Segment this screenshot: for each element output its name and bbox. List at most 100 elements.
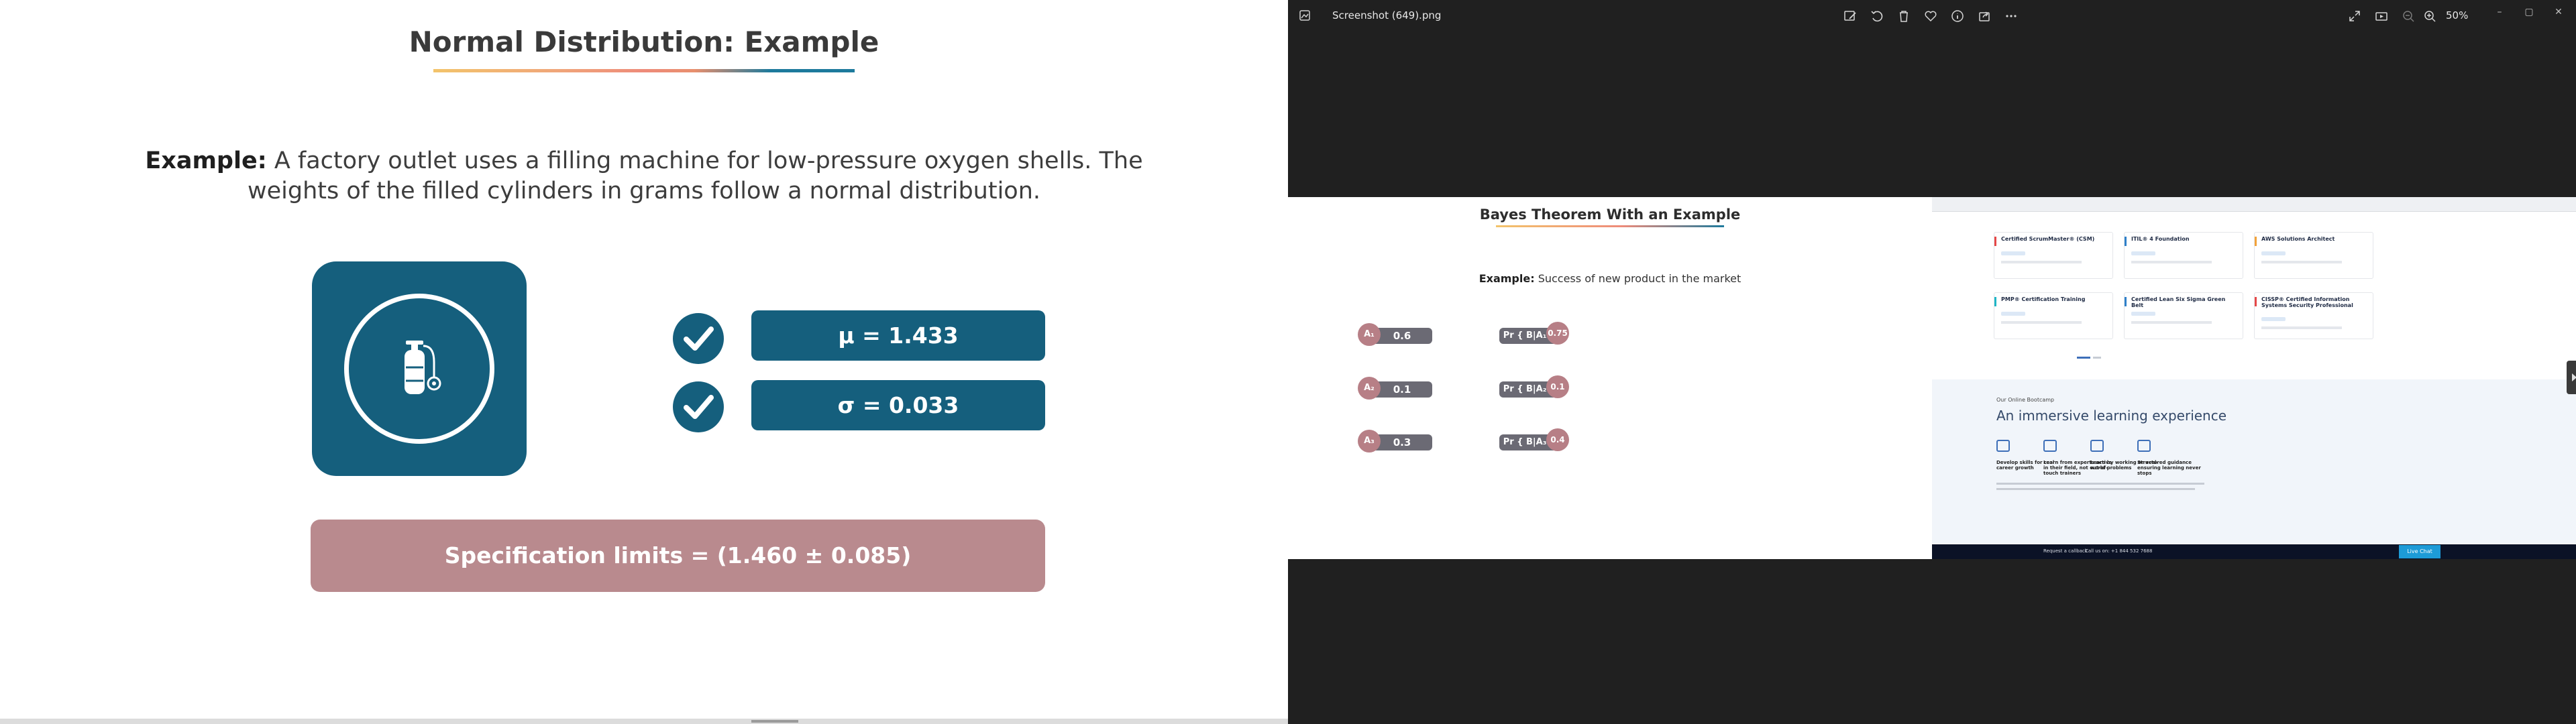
presentation-slide: Normal Distribution: Example Example: A … (0, 0, 1288, 719)
course-tag (2001, 312, 2025, 316)
course-card[interactable]: Certified ScrumMaster® (CSM) (1994, 232, 2113, 279)
prior-value: 0.6 (1372, 328, 1432, 344)
slideshow-icon[interactable] (2373, 8, 2390, 24)
example-label: Example: (145, 147, 267, 174)
prior-label: A₂ (1358, 377, 1381, 400)
likelihood-value: 0.75 (1546, 322, 1569, 345)
prior-label: A₁ (1358, 323, 1381, 346)
specification-limits-box: Specification limits = (1.460 ± 0.085) (311, 520, 1045, 592)
zoom-level: 50% (2446, 9, 2469, 21)
callback-link[interactable]: Request a callback (2043, 548, 2088, 554)
course-meta (2261, 326, 2342, 329)
fullscreen-icon[interactable] (2347, 8, 2363, 24)
course-name: Certified Lean Six Sigma Green Belt (2131, 296, 2226, 308)
check-icon (673, 313, 724, 364)
prior-value: 0.1 (1372, 381, 1432, 398)
bayes-title: Bayes Theorem With an Example (1479, 206, 1741, 223)
course-card[interactable]: PMP® Certification Training (1994, 292, 2113, 339)
course-name: AWS Solutions Architect (2261, 236, 2335, 242)
prior-value: 0.3 (1372, 434, 1432, 450)
course-tag (2261, 317, 2286, 321)
card-accent (2125, 297, 2127, 306)
icon-card (312, 261, 527, 476)
section-heading: An immersive learning experience (1996, 408, 2227, 424)
course-tag (2261, 251, 2286, 255)
browser-bar (1932, 197, 2576, 212)
bayes-example-body: Success of new product in the market (1534, 272, 1741, 285)
chevron-right-icon (2572, 373, 2576, 381)
feature-icon (2137, 440, 2151, 452)
zoom-out-icon[interactable] (2400, 8, 2416, 24)
feature-item: Structured guidance ensuring learning ne… (2137, 440, 2218, 500)
close-button[interactable]: ✕ (2549, 4, 2568, 20)
slide-bottom-bar (0, 719, 1288, 724)
oxygen-cylinder-icon (405, 341, 441, 394)
info-icon[interactable] (1949, 8, 1966, 24)
share-icon[interactable] (1976, 8, 1992, 24)
zoom-in-icon[interactable] (2422, 8, 2438, 24)
bayes-example: Example: Success of new product in the m… (1288, 272, 1932, 285)
edit-image-icon[interactable] (1842, 8, 1858, 24)
sigma-value-box: σ = 0.033 (751, 380, 1045, 430)
card-accent (2255, 297, 2257, 306)
course-meta (2001, 321, 2082, 324)
example-body: A factory outlet uses a filling machine … (247, 147, 1143, 204)
likelihood-value: 0.4 (1546, 428, 1569, 451)
sticky-footer: Request a callback Call us on: +1 844 53… (1932, 544, 2576, 559)
bayes-example-label: Example: (1479, 272, 1535, 285)
embedded-webpage: Certified ScrumMaster® (CSM) ITIL® 4 Fou… (1932, 197, 2576, 559)
example-paragraph: Example: A factory outlet uses a filling… (101, 146, 1187, 206)
photo-viewer-window: Screenshot (649).png 50% – ▢ ✕ Bayes The… (1288, 0, 2576, 724)
course-card[interactable]: CISSP® Certified Information Systems Sec… (2254, 292, 2373, 339)
next-image-button[interactable] (2567, 361, 2576, 394)
feature-icon (1996, 440, 2010, 452)
card-accent (1994, 297, 1996, 306)
card-accent (2255, 237, 2257, 246)
bayes-title-underline (1496, 225, 1724, 227)
carousel-dot-active[interactable] (2077, 357, 2090, 359)
maximize-button[interactable]: ▢ (2520, 4, 2538, 20)
favorite-icon[interactable] (1923, 8, 1939, 24)
course-meta (2261, 261, 2342, 263)
phone-link[interactable]: Call us on: +1 844 532 7688 (2085, 548, 2152, 554)
course-meta (2131, 321, 2212, 324)
mean-value-box: μ = 1.433 (751, 310, 1045, 361)
title-underline (433, 69, 855, 72)
feature-icon (2043, 440, 2057, 452)
more-icon[interactable] (2003, 8, 2019, 24)
feature-title: Structured guidance ensuring learning ne… (2137, 460, 2201, 476)
course-name: ITIL® 4 Foundation (2131, 236, 2190, 242)
prior-label: A₃ (1358, 430, 1381, 452)
file-name: Screenshot (649).png (1332, 9, 1442, 21)
bayes-slide: Bayes Theorem With an Example Example: S… (1288, 197, 1932, 559)
likelihood-value: 0.1 (1546, 375, 1569, 398)
carousel-dot[interactable] (2093, 357, 2101, 359)
course-meta (2001, 261, 2082, 263)
rotate-icon[interactable] (1869, 8, 1885, 24)
delete-icon[interactable] (1896, 8, 1912, 24)
feature-text (2137, 483, 2204, 485)
section-kicker: Our Online Bootcamp (1996, 397, 2055, 403)
course-name: Certified ScrumMaster® (CSM) (2001, 236, 2095, 242)
course-card[interactable]: ITIL® 4 Foundation (2124, 232, 2243, 279)
feature-icon (2090, 440, 2104, 452)
slide-title: Normal Distribution: Example (409, 25, 879, 58)
course-card[interactable]: AWS Solutions Architect (2254, 232, 2373, 279)
minimize-button[interactable]: – (2490, 4, 2509, 20)
displayed-image: Bayes Theorem With an Example Example: S… (1288, 197, 2576, 559)
course-tag (2131, 251, 2155, 255)
live-chat-button[interactable]: Live Chat (2399, 545, 2440, 558)
card-accent (2125, 237, 2127, 246)
photos-app-icon (1299, 10, 1310, 21)
check-icon (673, 381, 724, 432)
course-card[interactable]: Certified Lean Six Sigma Green Belt (2124, 292, 2243, 339)
course-tag (2001, 251, 2025, 255)
course-meta (2131, 261, 2212, 263)
course-tag (2131, 312, 2155, 316)
course-name: CISSP® Certified Information Systems Sec… (2261, 296, 2353, 308)
learning-section: Our Online Bootcamp An immersive learnin… (1932, 379, 2576, 544)
feature-text (2137, 488, 2195, 490)
course-name: PMP® Certification Training (2001, 296, 2086, 302)
scroll-indicator[interactable] (751, 720, 798, 723)
title-bar: Screenshot (649).png 50% – ▢ ✕ (1288, 0, 2576, 32)
